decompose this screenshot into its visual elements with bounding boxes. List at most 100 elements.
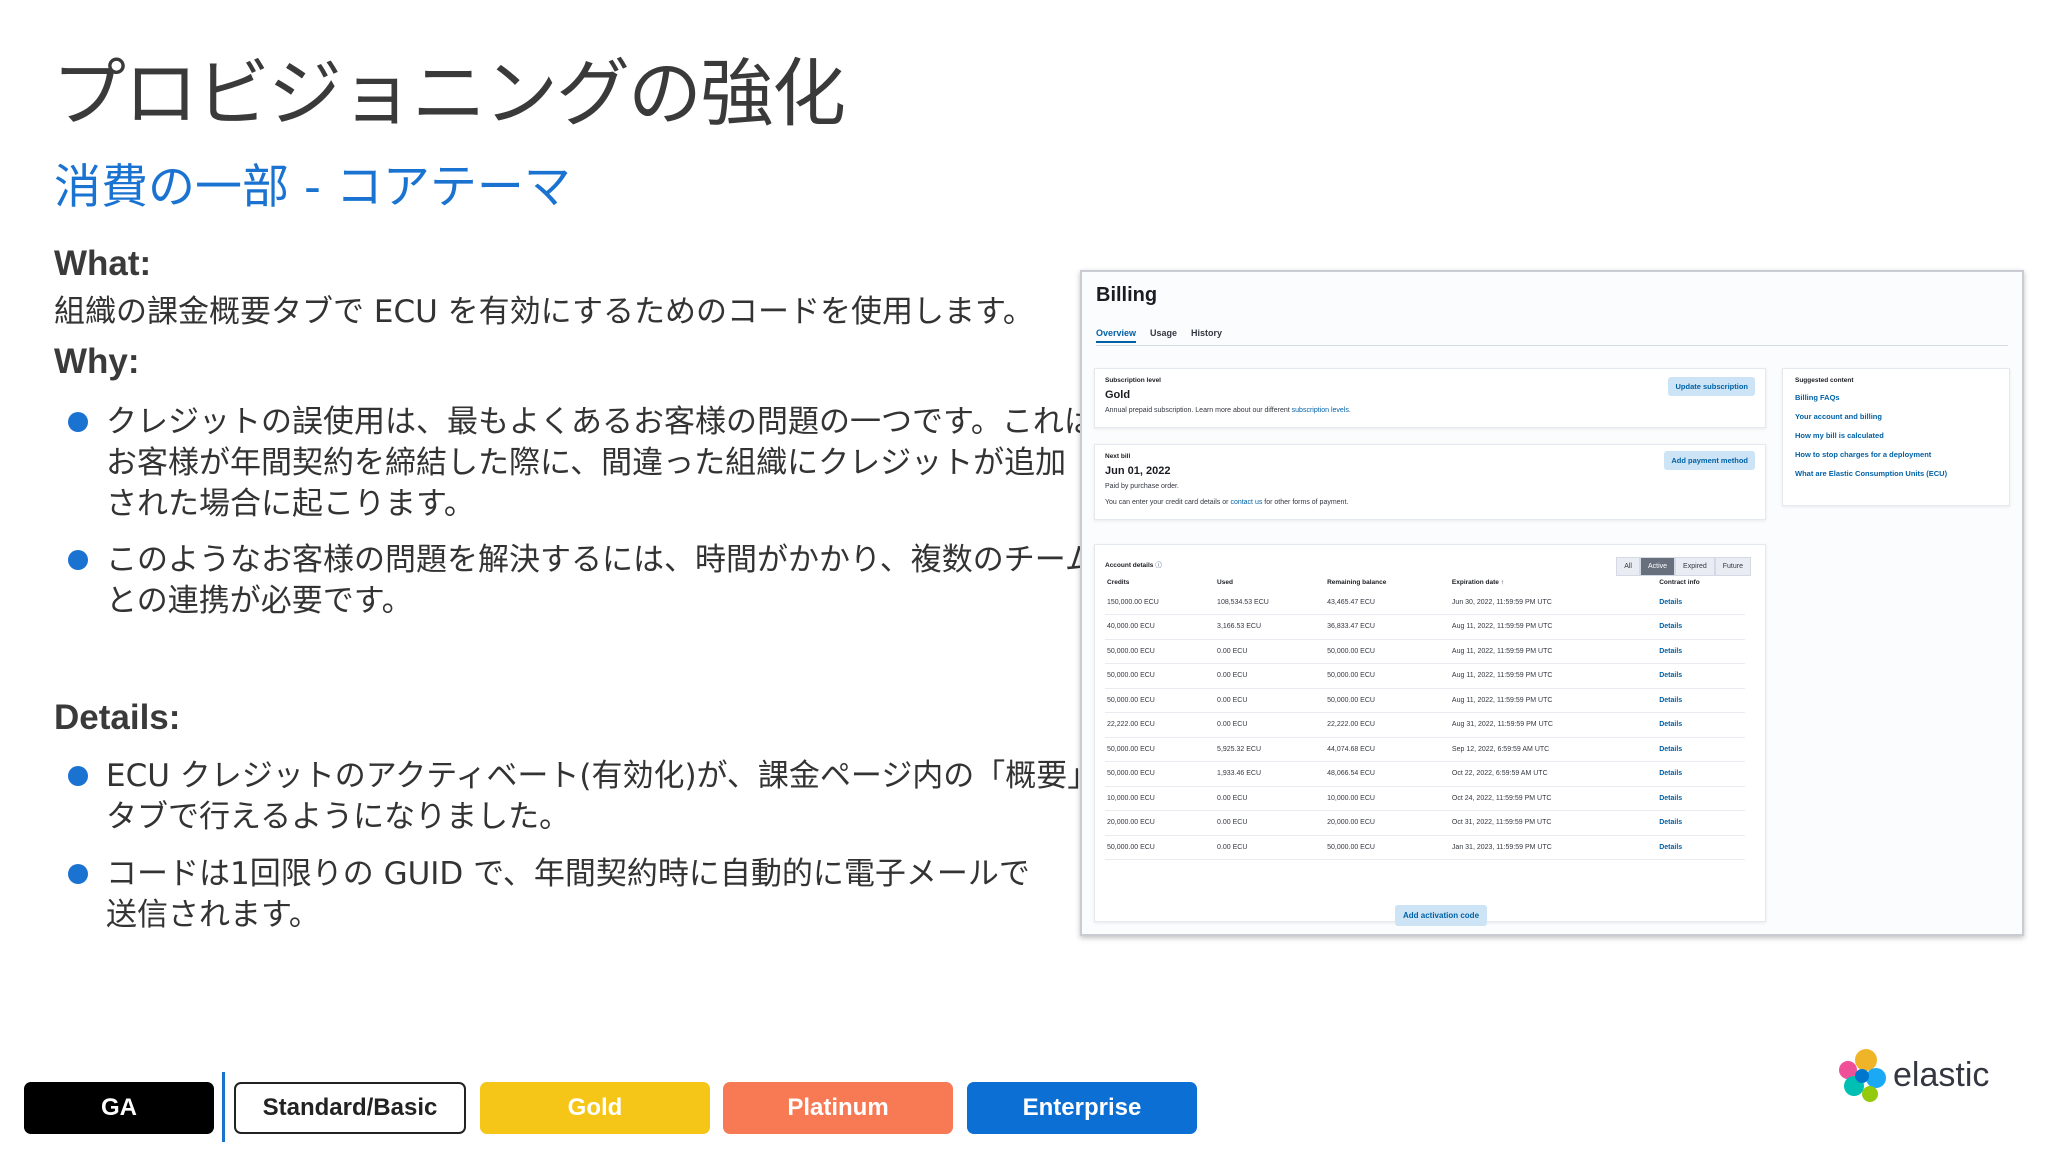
details-link[interactable]: Details bbox=[1657, 810, 1745, 836]
details-bullet-2: コードは1回限りの GUID で、年間契約時に自動的に電子メールで 送信されます… bbox=[106, 854, 1030, 936]
account-details-card: Account details ⓘ All Active Expired Fut… bbox=[1094, 544, 1766, 926]
cell-credits: 40,000.00 ECU bbox=[1105, 614, 1216, 640]
subscription-desc-text: Annual prepaid subscription. Learn more … bbox=[1105, 407, 1292, 414]
tier-gold-label: Gold bbox=[567, 1094, 623, 1121]
bullet-dot bbox=[68, 412, 88, 432]
cell-credits: 50,000.00 ECU bbox=[1105, 737, 1216, 762]
details-bullet-1: ECU クレジットのアクティベート(有効化)が、課金ページ内の「概要」 タブで行… bbox=[106, 756, 1098, 838]
details-link[interactable]: Details bbox=[1657, 737, 1745, 762]
suggested-heading: Suggested content bbox=[1795, 377, 1854, 384]
cell-remaining: 50,000.00 ECU bbox=[1325, 688, 1450, 713]
cell-remaining: 50,000.00 ECU bbox=[1325, 639, 1450, 664]
suggested-links: Billing FAQs Your account and billing Ho… bbox=[1795, 393, 1947, 478]
subscription-desc: Annual prepaid subscription. Learn more … bbox=[1105, 407, 1351, 414]
bullet-dot bbox=[68, 550, 88, 570]
cell-used: 0.00 ECU bbox=[1215, 835, 1326, 860]
tab-history[interactable]: History bbox=[1191, 328, 1222, 343]
tier-gold: Gold bbox=[480, 1082, 710, 1134]
elastic-logo-text: elastic bbox=[1893, 1056, 1990, 1094]
tier-enterprise-label: Enterprise bbox=[1022, 1094, 1142, 1121]
cell-expiration: Aug 11, 2022, 11:59:59 PM UTC bbox=[1449, 688, 1658, 713]
bullet-dot bbox=[68, 766, 88, 786]
tier-ga: GA bbox=[24, 1082, 214, 1134]
next-bill-value: Jun 01, 2022 bbox=[1105, 465, 1171, 477]
cell-expiration: Aug 31, 2022, 11:59:59 PM UTC bbox=[1449, 712, 1658, 738]
filter-active[interactable]: Active bbox=[1639, 557, 1676, 576]
filter-future[interactable]: Future bbox=[1714, 557, 1751, 576]
cell-credits: 22,222.00 ECU bbox=[1105, 712, 1216, 738]
col-expiration-label: Expiration date bbox=[1451, 579, 1499, 586]
cell-used: 0.00 ECU bbox=[1215, 810, 1326, 836]
table-row: 50,000.00 ECU 5,925.32 ECU 44,074.68 ECU Se… bbox=[1105, 737, 1745, 762]
details-bullet-2-line-2: 送信されます。 bbox=[106, 897, 320, 933]
contact-us-link[interactable]: contact us bbox=[1230, 499, 1262, 506]
link-stop-charges[interactable]: How to stop charges for a deployment bbox=[1795, 450, 1947, 459]
cell-remaining: 20,000.00 ECU bbox=[1325, 810, 1450, 836]
cell-expiration: Jan 31, 2023, 11:59:59 PM UTC bbox=[1449, 835, 1658, 860]
filter-expired[interactable]: Expired bbox=[1675, 557, 1715, 576]
table-row: 50,000.00 ECU 0.00 ECU 50,000.00 ECU Aug 11… bbox=[1105, 688, 1745, 713]
table-header-row: Credits Used Remaining balance Expiratio… bbox=[1105, 575, 1745, 590]
cell-credits: 150,000.00 ECU bbox=[1105, 590, 1216, 615]
link-what-are-ecu[interactable]: What are Elastic Consumption Units (ECU) bbox=[1795, 469, 1947, 478]
subscription-card: Subscription level Gold Annual prepaid s… bbox=[1094, 368, 1766, 428]
details-link[interactable]: Details bbox=[1657, 639, 1745, 664]
cell-remaining: 10,000.00 ECU bbox=[1325, 786, 1450, 811]
why-bullet-2-line-2: との連携が必要です。 bbox=[106, 583, 413, 619]
cell-expiration: Oct 22, 2022, 6:59:59 AM UTC bbox=[1449, 761, 1658, 787]
link-account-billing[interactable]: Your account and billing bbox=[1795, 412, 1947, 421]
cell-remaining: 48,066.54 ECU bbox=[1325, 761, 1450, 787]
tier-enterprise: Enterprise bbox=[967, 1082, 1197, 1134]
details-link[interactable]: Details bbox=[1657, 688, 1745, 713]
details-link[interactable]: Details bbox=[1657, 663, 1745, 689]
update-subscription-button[interactable]: Update subscription bbox=[1668, 377, 1755, 396]
details-link[interactable]: Details bbox=[1657, 835, 1745, 860]
cell-remaining: 22,222.00 ECU bbox=[1325, 712, 1450, 738]
slide-subtitle: 消費の一部 - コアテーマ bbox=[54, 160, 571, 215]
details-link[interactable]: Details bbox=[1657, 712, 1745, 738]
suggested-content-card: Suggested content Billing FAQs Your acco… bbox=[1782, 368, 2010, 506]
sort-icon[interactable]: ↑ bbox=[1501, 579, 1504, 586]
next-bill-line-2-suffix: for other forms of payment. bbox=[1262, 499, 1349, 506]
col-expiration[interactable]: Expiration date ↑ bbox=[1450, 575, 1657, 590]
cell-credits: 50,000.00 ECU bbox=[1105, 663, 1216, 689]
tab-usage[interactable]: Usage bbox=[1150, 328, 1177, 343]
tier-platinum: Platinum bbox=[723, 1082, 953, 1134]
table-row: 40,000.00 ECU 3,166.53 ECU 36,833.47 ECU Au… bbox=[1105, 614, 1745, 640]
billing-screenshot: Billing Overview Usage History Subscript… bbox=[1080, 270, 2024, 936]
details-link[interactable]: Details bbox=[1657, 761, 1745, 787]
next-bill-label: Next bill bbox=[1105, 453, 1131, 460]
info-icon[interactable]: ⓘ bbox=[1155, 562, 1162, 569]
cell-expiration: Aug 11, 2022, 11:59:59 PM UTC bbox=[1449, 663, 1658, 689]
elastic-logo-icon bbox=[1839, 1049, 1886, 1102]
cell-expiration: Jun 30, 2022, 11:59:59 PM UTC bbox=[1449, 590, 1658, 615]
tab-overview[interactable]: Overview bbox=[1096, 328, 1137, 343]
link-bill-calculated[interactable]: How my bill is calculated bbox=[1795, 431, 1947, 440]
cell-remaining: 44,074.68 ECU bbox=[1325, 737, 1450, 762]
account-details-heading: Account details ⓘ bbox=[1105, 559, 1162, 569]
cell-credits: 10,000.00 ECU bbox=[1105, 786, 1216, 811]
subscription-label: Subscription level bbox=[1105, 377, 1161, 384]
cell-used: 0.00 ECU bbox=[1215, 786, 1326, 811]
what-heading: What: bbox=[54, 244, 152, 283]
details-link[interactable]: Details bbox=[1657, 590, 1745, 615]
what-text: 組織の課金概要タブで ECU を有効にするためのコードを使用します。 bbox=[54, 294, 1034, 330]
why-bullet-1-line-3: された場合に起こります。 bbox=[106, 486, 475, 522]
tier-ga-label: GA bbox=[101, 1094, 137, 1121]
add-activation-code-button[interactable]: Add activation code bbox=[1395, 905, 1488, 926]
tier-platinum-label: Platinum bbox=[787, 1094, 889, 1121]
link-billing-faqs[interactable]: Billing FAQs bbox=[1795, 393, 1947, 402]
details-link[interactable]: Details bbox=[1657, 614, 1745, 640]
tabs-divider bbox=[1096, 345, 2008, 346]
account-table: Credits Used Remaining balance Expiratio… bbox=[1105, 575, 1745, 860]
table-row: 150,000.00 ECU 108,534.53 ECU 43,465.47 EC… bbox=[1105, 590, 1745, 615]
subscription-levels-link[interactable]: subscription levels. bbox=[1292, 407, 1351, 414]
details-bullet-1-line-2: タブで行えるようになりました。 bbox=[106, 799, 571, 835]
billing-tabs: Overview Usage History bbox=[1096, 328, 1222, 343]
cell-used: 1,933.46 ECU bbox=[1215, 761, 1326, 787]
details-link[interactable]: Details bbox=[1657, 786, 1745, 811]
add-payment-method-button[interactable]: Add payment method bbox=[1664, 451, 1755, 470]
next-bill-line-2-text: You can enter your credit card details o… bbox=[1105, 499, 1231, 506]
filter-all[interactable]: All bbox=[1616, 557, 1640, 576]
next-bill-line-2: You can enter your credit card details o… bbox=[1105, 499, 1348, 506]
